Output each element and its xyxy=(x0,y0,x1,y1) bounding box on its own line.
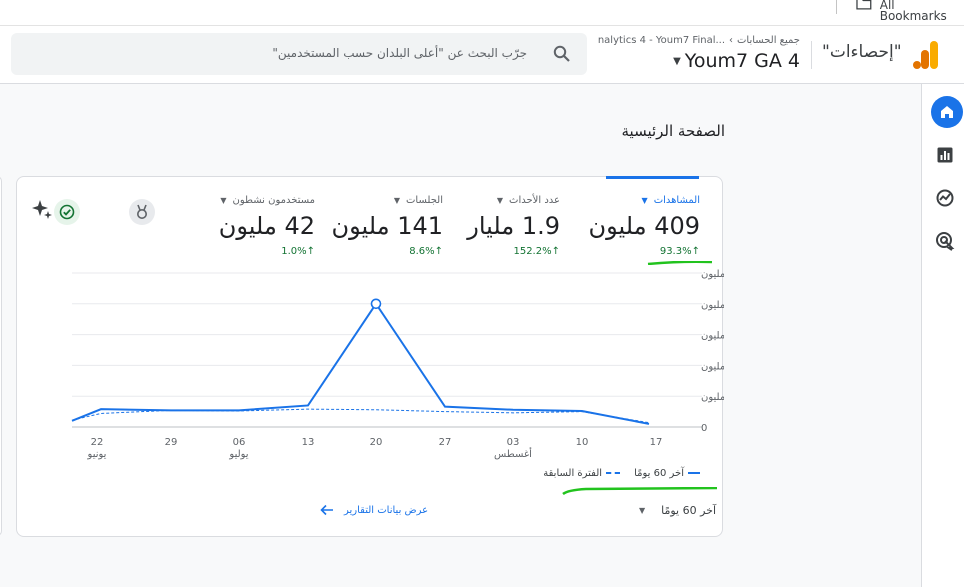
medal-icon xyxy=(137,204,147,219)
nav-advertising-button[interactable] xyxy=(930,226,960,256)
caret-down-icon: ▼ xyxy=(673,55,681,67)
main-content: الصفحة الرئيسية المشاهدات ▼ 409 مليون ↑9… xyxy=(0,84,921,587)
overview-card: المشاهدات ▼ 409 مليون ↑93.3% عدد الأحداث… xyxy=(16,176,724,537)
x-tick-label: 06 xyxy=(233,437,246,448)
chart-legend: آخر 60 يومًا الفترة السابقة xyxy=(543,468,700,479)
app-header: "إحصاءات" nalytics 4 - Youm7 Final... ‹ … xyxy=(0,27,964,84)
caret-down-icon: ▼ xyxy=(638,506,646,515)
nav-home-button[interactable] xyxy=(931,96,963,128)
metric-label: عدد الأحداث xyxy=(509,195,560,206)
legend-dashed-swatch xyxy=(606,472,621,474)
metric-value: 141 مليون xyxy=(331,212,443,240)
nav-reports-button[interactable] xyxy=(930,140,960,170)
y-tick-label: 100 مليون xyxy=(701,361,724,372)
search-bar[interactable]: جرّب البحث عن "أعلى البلدان حسب المستخدم… xyxy=(11,33,587,75)
metric-tab-active-users[interactable]: مستخدمون نشطون ▼ 42 مليون ↑1.0% xyxy=(219,195,315,257)
adjacent-card xyxy=(0,176,2,536)
up-arrow-icon: ↑ xyxy=(551,246,560,257)
metric-change: ↑8.6% xyxy=(409,246,443,257)
date-range-selector[interactable]: آخر 60 يومًا ▼ xyxy=(639,504,716,517)
metric-label: المشاهدات xyxy=(653,195,700,206)
x-tick-label: 10 xyxy=(576,437,589,448)
metric-label: الجلسات xyxy=(406,195,443,206)
x-tick-label: 03 xyxy=(507,437,520,448)
dropdown-arrow-icon[interactable]: ▼ xyxy=(220,196,226,205)
explore-icon xyxy=(936,189,954,207)
property-selector[interactable]: ▼ Youm7 GA 4 xyxy=(673,50,800,72)
search-icon xyxy=(553,45,570,62)
nav-rail xyxy=(921,84,964,587)
metric-change: ↑152.2% xyxy=(513,246,560,257)
sparkle-icon[interactable] xyxy=(31,198,53,220)
metric-value: 1.9 مليار xyxy=(467,212,560,240)
brand-name: "إحصاءات" xyxy=(822,42,902,62)
x-tick-sublabel: أغسطس xyxy=(494,447,532,460)
dropdown-arrow-icon[interactable]: ▼ xyxy=(642,196,648,205)
bookmarks-separator xyxy=(836,0,837,14)
x-tick-label: 29 xyxy=(165,437,178,448)
home-icon xyxy=(941,106,953,118)
legend-solid-swatch xyxy=(688,472,700,474)
current-period-line xyxy=(71,302,650,425)
folder-icon xyxy=(856,0,872,10)
view-reports-label: عرض بيانات التقارير xyxy=(344,504,429,516)
breadcrumb[interactable]: nalytics 4 - Youm7 Final... ‹ جميع الحسا… xyxy=(598,35,800,46)
x-tick-label: 17 xyxy=(650,437,663,448)
y-tick-label: 150 مليون xyxy=(701,331,724,342)
legend-previous: الفترة السابقة xyxy=(543,468,621,479)
advertising-icon xyxy=(936,232,955,251)
check-circle-icon xyxy=(59,204,75,220)
x-tick-sublabel: يونيو xyxy=(87,449,107,460)
breadcrumb-account[interactable]: nalytics 4 - Youm7 Final... xyxy=(598,35,725,46)
reports-icon xyxy=(937,147,953,163)
property-name: Youm7 GA 4 xyxy=(684,50,800,72)
insights-check-badge[interactable] xyxy=(54,199,80,225)
legend-current: آخر 60 يومًا xyxy=(634,468,700,479)
highlight-point xyxy=(370,298,382,310)
active-tab-indicator xyxy=(606,176,699,179)
date-range-label: آخر 60 يومًا xyxy=(661,504,716,517)
bookmarks-bar: All Bookmarks xyxy=(0,0,964,26)
x-tick-label: 13 xyxy=(302,437,315,448)
metric-tab-views[interactable]: المشاهدات ▼ 409 مليون ↑93.3% xyxy=(588,195,700,257)
annotation-underline-legend xyxy=(562,487,718,495)
metric-value: 42 مليون xyxy=(218,212,315,240)
metric-change: ↑1.0% xyxy=(281,246,315,257)
x-tick-label: 22 xyxy=(91,437,104,448)
metric-value: 409 مليون xyxy=(588,212,700,240)
metric-label: مستخدمون نشطون xyxy=(232,195,315,206)
breadcrumb-root[interactable]: جميع الحسابات xyxy=(737,35,800,46)
nav-explore-button[interactable] xyxy=(930,183,960,213)
x-tick-sublabel: يوليو xyxy=(228,449,248,460)
y-tick-label: 200 مليون xyxy=(701,300,724,311)
y-tick-label: 0 xyxy=(701,423,707,434)
metric-tab-event-count[interactable]: عدد الأحداث ▼ 1.9 مليار ↑152.2% xyxy=(467,195,560,257)
metric-change: ↑93.3% xyxy=(659,246,700,257)
y-tick-label: 50 مليون xyxy=(701,392,724,403)
analytics-logo-icon xyxy=(913,41,938,69)
metric-tab-sessions[interactable]: الجلسات ▼ 141 مليون ↑8.6% xyxy=(331,195,443,257)
y-tick-label: 250 مليون xyxy=(701,269,724,280)
up-arrow-icon: ↑ xyxy=(691,246,700,257)
medal-badge[interactable] xyxy=(129,199,155,225)
arrow-left-icon xyxy=(320,504,333,516)
x-tick-label: 27 xyxy=(439,437,452,448)
dropdown-arrow-icon[interactable]: ▼ xyxy=(497,196,503,205)
line-chart: 250 مليون 200 مليون 150 مليون 100 مليون 50 م… xyxy=(71,269,724,460)
search-placeholder[interactable]: جرّب البحث عن "أعلى البلدان حسب المستخدم… xyxy=(272,46,527,60)
dropdown-arrow-icon[interactable]: ▼ xyxy=(394,196,400,205)
up-arrow-icon: ↑ xyxy=(434,246,443,257)
up-arrow-icon: ↑ xyxy=(306,246,315,257)
view-reports-link[interactable]: عرض بيانات التقارير xyxy=(320,504,428,516)
x-tick-label: 20 xyxy=(370,437,383,448)
annotation-underline-change xyxy=(647,261,713,265)
page-title: الصفحة الرئيسية xyxy=(621,122,726,140)
all-bookmarks-label: All Bookmarks xyxy=(879,0,947,23)
chevron-left-icon: ‹ xyxy=(729,35,734,46)
header-divider xyxy=(811,41,812,69)
all-bookmarks-button[interactable]: All Bookmarks xyxy=(856,0,964,22)
